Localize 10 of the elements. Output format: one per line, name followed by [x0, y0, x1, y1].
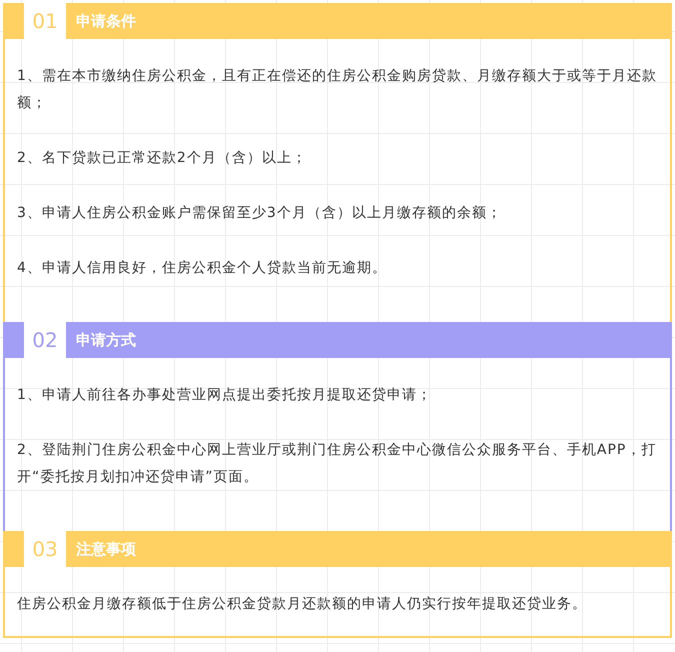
section-title: 申请方式 [76, 330, 136, 350]
paragraph: 1、需在本市缴纳住房公积金，且有正在偿还的住房公积金购房贷款、月缴存额大于或等于月还款额； [17, 67, 658, 113]
paragraph: 3、申请人住房公积金账户需保留至少3个月（含）以上月缴存额的余额； [17, 204, 503, 223]
section-title: 注意事项 [76, 540, 136, 558]
section-title: 申请条件 [76, 12, 136, 30]
paragraph: 住房公积金月缴存额低于住房公积金贷款月还款额的申请人仍实行按年提取还贷业务。 [17, 595, 588, 614]
paragraph: 2、登陆荆门住房公积金中心网上营业厅或荆门住房公积金中心微信公众服务平台、手机APP，打开“委托按月划扣冲还贷申请”页面。 [17, 441, 658, 487]
paragraph: 2、名下贷款已正常还款2个月（含）以上； [17, 149, 308, 168]
paragraph: 4、申请人信用良好，住房公积金个人贷款当前无逾期。 [17, 259, 388, 278]
paragraph: 1、申请人前往各办事处营业网点提出委托按月提取还贷申请； [17, 386, 433, 405]
